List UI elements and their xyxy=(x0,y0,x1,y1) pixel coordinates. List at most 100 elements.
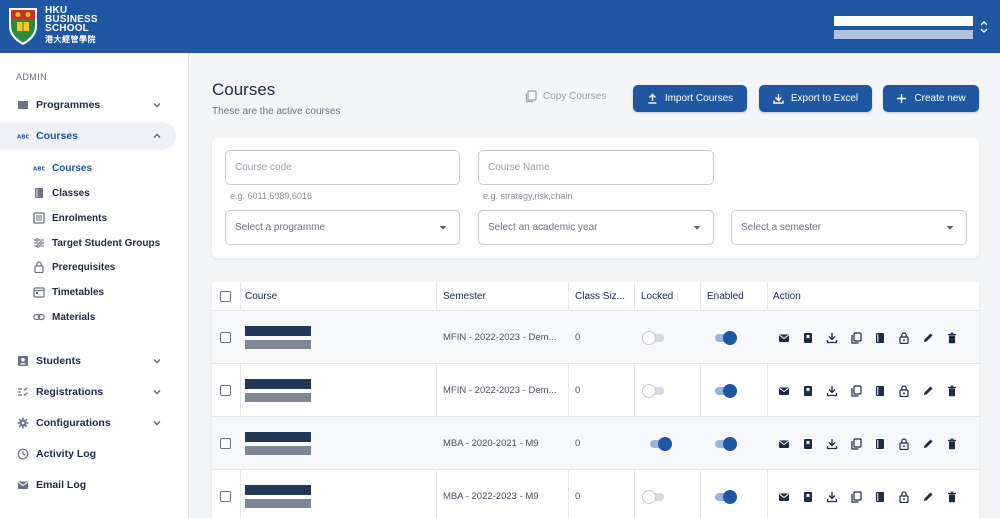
sidebar-subitem-target-student-groups[interactable]: Target Student Groups xyxy=(33,233,160,253)
copy-icon[interactable] xyxy=(850,491,862,503)
sidebar-subitem-materials[interactable]: Materials xyxy=(33,307,95,327)
copy-icon[interactable] xyxy=(850,332,862,344)
download-icon[interactable] xyxy=(826,491,838,503)
chevron-down-icon xyxy=(153,421,161,426)
book-icon[interactable] xyxy=(874,491,886,503)
sidebar-item-label: Email Log xyxy=(36,479,87,491)
course-name-redacted[interactable] xyxy=(245,326,312,350)
enabled-toggle[interactable] xyxy=(713,437,737,451)
course-name-helper: e.g. strategy,risk,chain xyxy=(483,191,573,201)
book-icon[interactable] xyxy=(874,438,886,450)
sidebar-item-configurations[interactable]: Configurations xyxy=(0,409,176,437)
bookmark-icon[interactable] xyxy=(802,385,814,397)
table-row[interactable]: MFIN - 2022-2023 - Dem... 0 xyxy=(212,364,979,417)
gear-icon xyxy=(17,417,29,429)
hku-logo[interactable]: HKU BUSINESS SCHOOL 港大經管學院 xyxy=(7,6,98,46)
enabled-toggle[interactable] xyxy=(713,490,737,504)
enabled-toggle[interactable] xyxy=(713,384,737,398)
bookmark-icon[interactable] xyxy=(802,332,814,344)
delete-icon[interactable] xyxy=(946,332,958,344)
locked-toggle[interactable] xyxy=(642,490,666,504)
table-row[interactable]: MBA - 2022-2023 - M9 0 xyxy=(212,470,979,518)
semester-select-value: Select a semester xyxy=(741,222,822,233)
sidebar-item-students[interactable]: Students xyxy=(0,347,176,375)
edit-icon[interactable] xyxy=(922,438,934,450)
locked-toggle[interactable] xyxy=(648,437,672,451)
email-icon[interactable] xyxy=(778,332,790,344)
column-header-semester[interactable]: Semester xyxy=(443,282,486,311)
locked-toggle[interactable] xyxy=(642,384,666,398)
sidebar-subitem-timetables[interactable]: Timetables xyxy=(33,282,104,302)
course-name-input[interactable]: Course Name xyxy=(478,150,714,185)
sidebar-item-label: Programmes xyxy=(36,99,101,111)
sidebar-subitem-courses[interactable]: ABC Courses xyxy=(33,158,92,178)
lock-icon[interactable] xyxy=(898,332,910,344)
row-checkbox[interactable] xyxy=(220,364,231,417)
download-icon[interactable] xyxy=(826,385,838,397)
table-row[interactable]: MFIN - 2022-2023 - Dem... 0 xyxy=(212,311,979,364)
sidebar-item-activity-log[interactable]: Activity Log xyxy=(0,440,176,468)
academic-year-select[interactable]: Select an academic year xyxy=(478,210,714,245)
semester-select[interactable]: Select a semester xyxy=(731,210,967,245)
column-header-course[interactable]: Course xyxy=(245,282,277,311)
lock-icon[interactable] xyxy=(898,491,910,503)
download-icon[interactable] xyxy=(826,332,838,344)
sidebar-subitem-prerequisites[interactable]: Prerequisites xyxy=(33,257,115,277)
link-icon xyxy=(33,313,45,321)
course-name-redacted[interactable] xyxy=(245,432,312,456)
lock-icon[interactable] xyxy=(898,438,910,450)
user-menu[interactable] xyxy=(834,16,974,40)
book-icon[interactable] xyxy=(874,332,886,344)
row-checkbox[interactable] xyxy=(220,417,231,470)
table-row[interactable]: MBA - 2020-2021 - M9 0 xyxy=(212,417,979,470)
row-checkbox[interactable] xyxy=(220,470,231,518)
lock-icon xyxy=(34,261,44,273)
column-header-locked[interactable]: Locked xyxy=(641,282,673,311)
lock-icon[interactable] xyxy=(898,385,910,397)
delete-icon[interactable] xyxy=(946,438,958,450)
caret-down-icon xyxy=(946,226,954,230)
copy-icon[interactable] xyxy=(850,438,862,450)
locked-toggle[interactable] xyxy=(642,331,666,345)
email-icon[interactable] xyxy=(778,491,790,503)
sidebar-item-courses[interactable]: ABC Courses xyxy=(0,122,176,150)
sidebar-subitem-classes[interactable]: Classes xyxy=(33,183,90,203)
course-name-redacted[interactable] xyxy=(245,485,312,509)
sidebar-item-email-log[interactable]: Email Log xyxy=(0,471,176,499)
import-courses-button[interactable]: Import Courses xyxy=(633,85,747,112)
sidebar-item-programmes[interactable]: Programmes xyxy=(0,91,176,119)
table-header: Course Semester Class Siz... Locked Enab… xyxy=(212,282,979,311)
unfold-icon[interactable] xyxy=(978,18,990,36)
sidebar-item-registrations[interactable]: Registrations xyxy=(0,378,176,406)
enabled-toggle[interactable] xyxy=(713,331,737,345)
book-icon[interactable] xyxy=(874,385,886,397)
course-name-redacted[interactable] xyxy=(245,379,312,403)
column-header-enabled[interactable]: Enabled xyxy=(707,282,744,311)
edit-icon[interactable] xyxy=(922,491,934,503)
programme-select[interactable]: Select a programme xyxy=(225,210,460,245)
chevron-down-icon xyxy=(153,390,161,395)
import-courses-label: Import Courses xyxy=(664,93,734,104)
email-icon[interactable] xyxy=(778,385,790,397)
select-all-checkbox[interactable] xyxy=(220,282,231,311)
bookmark-icon[interactable] xyxy=(802,491,814,503)
download-icon[interactable] xyxy=(826,438,838,450)
copy-courses-button[interactable]: Copy Courses xyxy=(524,90,606,103)
email-icon[interactable] xyxy=(778,438,790,450)
create-new-button[interactable]: Create new xyxy=(883,85,979,112)
export-excel-button[interactable]: Export to Excel xyxy=(759,85,872,112)
class-book-icon xyxy=(35,188,43,198)
create-new-label: Create new xyxy=(914,93,966,104)
courses-table: Course Semester Class Siz... Locked Enab… xyxy=(212,282,979,518)
sidebar-item-label: Activity Log xyxy=(36,448,97,460)
delete-icon[interactable] xyxy=(946,491,958,503)
course-code-input[interactable]: Course code xyxy=(225,150,460,185)
bookmark-icon[interactable] xyxy=(802,438,814,450)
sidebar-subitem-enrolments[interactable]: Enrolments xyxy=(33,208,107,228)
delete-icon[interactable] xyxy=(946,385,958,397)
edit-icon[interactable] xyxy=(922,385,934,397)
row-checkbox[interactable] xyxy=(220,311,231,364)
edit-icon[interactable] xyxy=(922,332,934,344)
column-header-class-size[interactable]: Class Siz... xyxy=(575,282,625,311)
copy-icon[interactable] xyxy=(850,385,862,397)
